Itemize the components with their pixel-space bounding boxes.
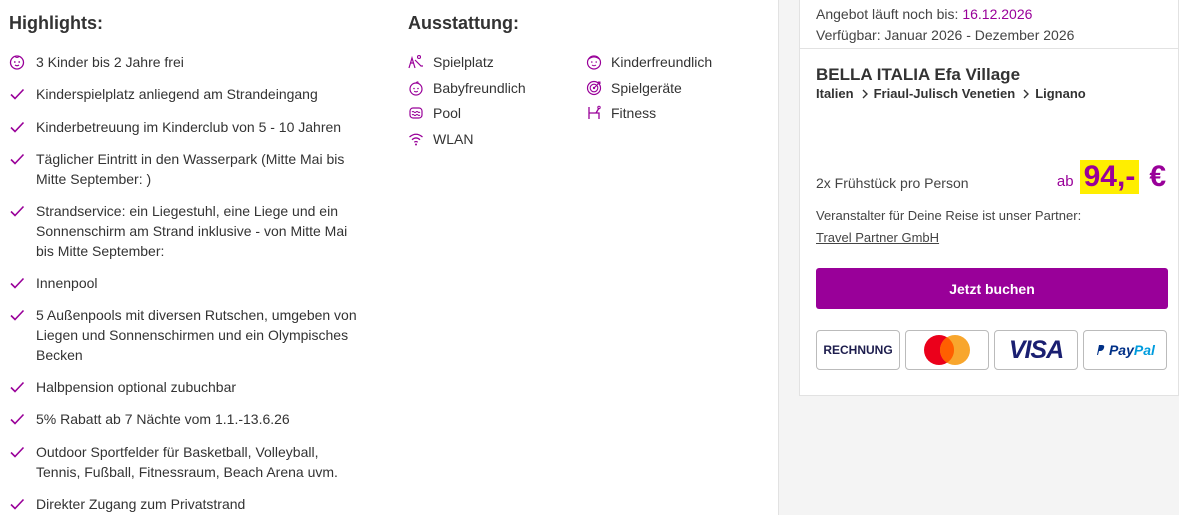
chevron-right-icon (862, 89, 868, 98)
check-icon (10, 88, 25, 100)
playground-icon (408, 54, 423, 69)
child-face-icon (586, 55, 602, 70)
check-icon (10, 381, 25, 393)
amenity-label: Spielgeräte (611, 80, 682, 96)
visa-logo: VISA (1008, 335, 1064, 364)
check-icon (10, 277, 25, 289)
amenity-pool: Pool (408, 103, 461, 123)
paypal-logo: PayPal (1095, 342, 1155, 358)
highlight-text: Kinderspielplatz anliegend am Strandeing… (36, 86, 318, 102)
amenity-spielplatz: Spielplatz (408, 52, 494, 72)
tour-operator: Veranstalter für Deine Reise ist unser P… (816, 205, 1081, 249)
highlights-list: 3 Kinder bis 2 Jahre frei Kinderspielpla… (9, 52, 359, 514)
offer-availability: Verfügbar: Januar 2026 - Dezember 2026 (816, 27, 1075, 43)
highlight-text: 5 Außenpools mit diversen Rutschen, umge… (36, 307, 357, 363)
target-icon (586, 80, 602, 96)
breadcrumb-item[interactable]: Lignano (1035, 86, 1086, 101)
list-item: Outdoor Sportfelder für Basketball, Voll… (9, 442, 359, 494)
board-type: 2x Frühstück pro Person (816, 175, 969, 191)
check-icon (10, 446, 25, 458)
amenity-label: WLAN (433, 131, 474, 147)
price-currency: € (1149, 160, 1166, 193)
list-item: 5% Rabatt ab 7 Nächte vom 1.1.-13.6.26 (9, 409, 359, 442)
check-icon (10, 121, 25, 133)
payment-visa: VISA (994, 330, 1078, 370)
book-now-button[interactable]: Jetzt buchen (816, 268, 1168, 309)
list-item: 3 Kinder bis 2 Jahre frei (9, 52, 359, 84)
highlight-text: Strandservice: ein Liegestuhl, eine Lieg… (36, 203, 348, 259)
check-icon (10, 309, 25, 321)
list-item: Kinderbetreuung im Kinderclub von 5 - 10… (9, 117, 359, 149)
amenity-babyfreundlich: Babyfreundlich (408, 78, 526, 98)
ausstattung-title: Ausstattung: (408, 13, 519, 33)
highlight-text: 3 Kinder bis 2 Jahre frei (36, 54, 184, 70)
baby-face-icon (9, 55, 25, 70)
mastercard-icon (924, 335, 970, 365)
list-item: Halbpension optional zubuchbar (9, 377, 359, 409)
highlight-text: Innenpool (36, 275, 98, 291)
highlight-text: Direkter Zugang zum Privatstrand (36, 496, 246, 512)
breadcrumb-item[interactable]: Italien (816, 86, 854, 101)
check-icon (10, 498, 25, 510)
booking-card: Angebot läuft noch bis: 16.12.2026 Verfü… (799, 0, 1179, 396)
amenity-label: Spielplatz (433, 54, 494, 70)
highlight-text: Outdoor Sportfelder für Basketball, Voll… (36, 444, 338, 480)
amenity-spielgeraete: Spielgeräte (586, 78, 682, 98)
check-icon (10, 413, 25, 425)
amenity-label: Fitness (611, 105, 657, 121)
amenity-kinderfreundlich: Kinderfreundlich (586, 52, 712, 72)
paypal-icon (1097, 345, 1105, 355)
highlight-text: 5% Rabatt ab 7 Nächte vom 1.1.-13.6.26 (36, 411, 290, 427)
check-icon (10, 153, 25, 165)
amenity-label: Babyfreundlich (433, 80, 526, 96)
pool-icon (409, 107, 423, 119)
list-item: Strandservice: ein Liegestuhl, eine Lieg… (9, 201, 359, 273)
price: ab 94,- € (1057, 160, 1166, 194)
payment-mastercard (905, 330, 989, 370)
amenity-wlan: WLAN (408, 129, 473, 149)
highlight-text: Täglicher Eintritt in den Wasserpark (Mi… (36, 151, 345, 187)
wifi-icon (409, 133, 423, 146)
hotel-name: BELLA ITALIA Efa Village (816, 65, 1021, 84)
rechnung-logo: RECHNUNG (823, 343, 893, 357)
offer-valid-date: 16.12.2026 (962, 6, 1033, 22)
fitness-icon (588, 105, 601, 119)
list-item: Direkter Zugang zum Privatstrand (9, 494, 359, 514)
highlight-text: Kinderbetreuung im Kinderclub von 5 - 10… (36, 119, 342, 135)
list-item: 5 Außenpools mit diversen Rutschen, umge… (9, 305, 359, 377)
amenity-label: Kinderfreundlich (611, 54, 713, 70)
amenity-label: Pool (433, 105, 462, 121)
partner-label: Veranstalter für Deine Reise ist unser P… (816, 208, 1082, 223)
payment-rechnung: RECHNUNG (816, 330, 900, 370)
price-amount: 94,- (1079, 160, 1140, 194)
chevron-right-icon (1023, 89, 1030, 98)
check-icon (10, 205, 25, 217)
offer-valid-label: Angebot läuft noch bis: (816, 6, 959, 22)
list-item: Innenpool (9, 273, 359, 305)
baby-icon (409, 81, 423, 96)
price-prefix: ab (1056, 173, 1074, 190)
highlight-text: Halbpension optional zubuchbar (36, 379, 237, 395)
offer-validity: Angebot läuft noch bis: 16.12.2026 (816, 4, 1162, 25)
list-item: Kinderspielplatz anliegend am Strandeing… (9, 84, 359, 117)
payment-paypal: PayPal (1083, 330, 1167, 370)
list-item: Täglicher Eintritt in den Wasserpark (Mi… (9, 149, 359, 201)
breadcrumb: Italien Friaul-Julisch Venetien Lignano (816, 86, 1086, 101)
highlights-title: Highlights: (9, 13, 103, 33)
offer-info: Angebot läuft noch bis: 16.12.2026 Verfü… (800, 0, 1178, 49)
details-panel: Highlights: 3 Kinder bis 2 Jahre frei Ki… (0, 0, 779, 515)
payment-methods: RECHNUNG VISA PayPal (816, 330, 1167, 370)
amenity-fitness: Fitness (586, 103, 656, 123)
partner-link[interactable]: Travel Partner GmbH (816, 230, 939, 245)
breadcrumb-item[interactable]: Friaul-Julisch Venetien (874, 86, 1016, 101)
